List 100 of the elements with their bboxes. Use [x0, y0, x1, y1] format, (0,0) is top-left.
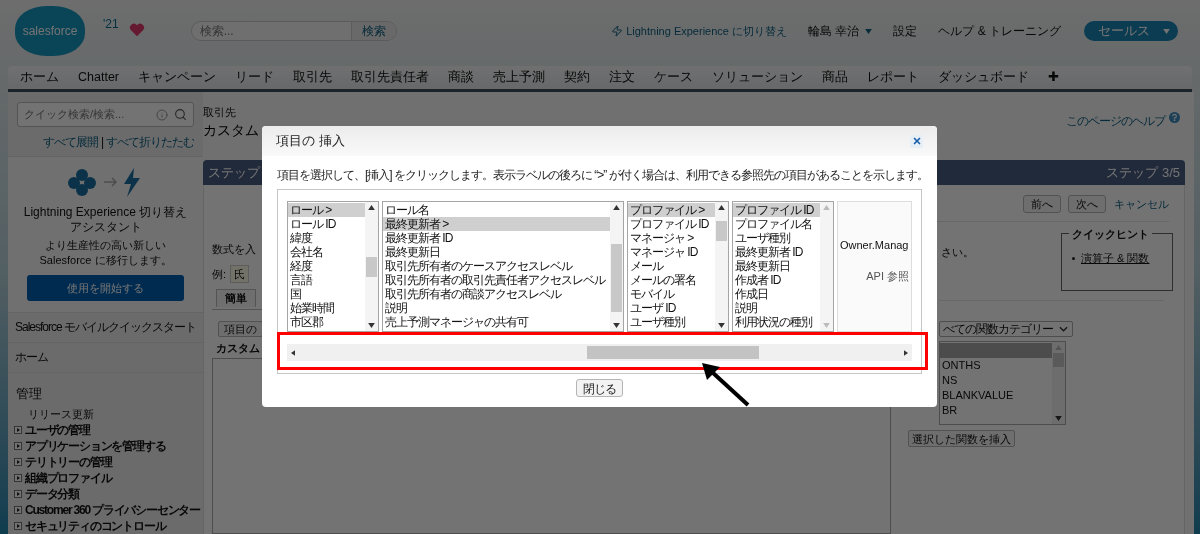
insert-function-button[interactable]: 選択した関数を挿入 [908, 430, 1015, 447]
expand-icon[interactable] [14, 426, 22, 434]
scroll-right-icon[interactable] [904, 349, 908, 356]
list-option[interactable]: 言語 [288, 273, 365, 287]
list-option[interactable]: プロファイル名 [733, 217, 820, 231]
function-category-select[interactable]: べての関数カテゴリー [939, 321, 1073, 337]
list-option[interactable]: 最終更新日 [733, 259, 820, 273]
sidebar-tree-item[interactable]: Customer 360 プライバシーセンター [25, 501, 201, 519]
sidebar-tree-item[interactable]: セキュリティのコントロール [25, 517, 166, 534]
nav-tab[interactable]: キャンペーン [138, 68, 216, 87]
nav-tab[interactable]: 商品 [822, 68, 848, 87]
list-option[interactable]: 経度 [288, 259, 365, 273]
nav-tab[interactable]: ケース [654, 68, 693, 87]
list-option[interactable]: 最終更新者 ID [383, 231, 610, 245]
caret-icon[interactable] [1163, 28, 1170, 34]
info-icon[interactable] [156, 108, 168, 121]
list-option[interactable]: ユーザ種別 [628, 315, 715, 329]
list-option[interactable]: 最終更新者 ID [733, 245, 820, 259]
nav-tab[interactable]: Chatter [78, 68, 119, 87]
app-menu[interactable]: セールス [1084, 21, 1178, 41]
field-listbox[interactable]: ロール名 最終更新者 > 最終更新者 ID 最終更新日 取引先所有者のケースアクセスレベル 取引先所有者の取引先責任者アクセスレベル 取引先所有者の商談アクセスレベル 説明 売上予測マネージャの共有可 [382, 201, 624, 332]
formula-tab[interactable]: 簡単 [216, 289, 256, 307]
scroll-thumb[interactable] [366, 257, 377, 277]
lightning-switch-link[interactable]: Lightning Experience に切り替え [611, 22, 787, 40]
vertical-scrollbar[interactable] [1052, 342, 1065, 424]
expand-icon[interactable] [14, 506, 22, 514]
nav-tab[interactable]: 契約 [564, 68, 590, 87]
nav-tab[interactable]: ✚ [1048, 68, 1059, 87]
list-option[interactable]: ロール ID [288, 217, 365, 231]
list-option[interactable]: ロール名 [383, 203, 610, 217]
scroll-up-icon[interactable] [613, 205, 620, 210]
list-option[interactable]: マネージャ > [628, 231, 715, 245]
list-option[interactable]: 会社名 [288, 245, 365, 259]
expand-icon[interactable] [14, 522, 22, 530]
list-option[interactable]: プロファイル > [628, 203, 715, 217]
list-option[interactable]: 利用状況の種別 [733, 315, 820, 329]
field-listbox[interactable]: ロール > ロール ID 緯度 会社名 経度 言語 国 始業時間 市区郡 [287, 201, 379, 332]
search-field[interactable]: 検索... [191, 22, 351, 40]
search-button[interactable]: 検索 [350, 22, 396, 40]
header-link[interactable]: 設定 [893, 22, 918, 40]
search-bar[interactable]: 検索... 検索 [190, 21, 397, 41]
scroll-down-icon[interactable] [718, 323, 725, 328]
step-button[interactable]: 次へ [1068, 195, 1106, 213]
field-listbox[interactable]: プロファイル > プロファイル ID マネージャ > マネージャ ID メール メールの署名 モバイル ユーザ ID ユーザ種別 [627, 201, 729, 332]
sidebar-tree-item[interactable]: ユーザの管理 [25, 421, 90, 439]
list-option[interactable]: 国 [288, 287, 365, 301]
caret-icon[interactable] [865, 28, 873, 34]
list-option[interactable]: 始業時間 [288, 301, 365, 315]
scroll-thumb[interactable] [716, 221, 727, 241]
nav-tab[interactable]: ソリューション [712, 68, 803, 87]
list-option[interactable]: メールの署名 [628, 273, 715, 287]
nav-tab[interactable]: 売上予測 [493, 68, 545, 87]
user-menu[interactable]: 輪島 幸治 [808, 22, 873, 40]
scroll-up-icon[interactable] [718, 205, 725, 210]
list-option[interactable]: 最終更新者 > [383, 217, 610, 231]
expand-all-link[interactable]: すべて展開 [42, 133, 98, 151]
cancel-link[interactable]: キャンセル [1114, 195, 1169, 213]
nav-tab[interactable]: リード [235, 68, 274, 87]
scroll-thumb[interactable] [1053, 353, 1064, 367]
scroll-up-icon[interactable] [368, 205, 375, 210]
list-option[interactable]: 作成者 ID [733, 273, 820, 287]
list-option[interactable]: 取引先所有者の商談アクセスレベル [383, 287, 610, 301]
list-option[interactable]: 説明 [733, 301, 820, 315]
insert-field-button[interactable]: 項目の [218, 321, 263, 337]
list-option[interactable]: ロール > [288, 203, 365, 217]
scroll-down-icon[interactable] [368, 323, 375, 328]
sidebar-tree-item[interactable]: テリトリーの管理 [25, 453, 112, 471]
list-option[interactable]: 市区郡 [288, 315, 365, 329]
list-option[interactable]: メール [628, 259, 715, 273]
help-link[interactable]: このページのヘルプ [1066, 112, 1165, 130]
search-icon[interactable] [174, 108, 187, 121]
list-option[interactable]: 最終更新日 [383, 245, 610, 259]
logo[interactable]: salesforce [15, 6, 85, 56]
list-option[interactable]: 作成日 [733, 287, 820, 301]
list-option[interactable]: 売上予測マネージャの共有可 [383, 315, 610, 329]
vertical-scrollbar[interactable] [365, 202, 378, 331]
scroll-left-icon[interactable] [291, 349, 295, 356]
nav-tab[interactable]: 取引先 [293, 68, 332, 87]
quick-tips-link[interactable]: 演算子 & 関数 [1081, 250, 1150, 267]
expand-icon[interactable] [14, 442, 22, 450]
expand-icon[interactable] [14, 474, 22, 482]
scroll-thumb[interactable] [587, 346, 759, 359]
expand-icon[interactable] [14, 458, 22, 466]
nav-tab[interactable]: 取引先責任者 [351, 68, 429, 87]
nav-tab[interactable]: レポート [867, 68, 919, 87]
vertical-scrollbar[interactable] [715, 202, 728, 331]
list-option[interactable]: ユーザ種別 [733, 231, 820, 245]
nav-tab[interactable]: 注文 [609, 68, 635, 87]
header-link[interactable]: ヘルプ & トレーニング [938, 22, 1061, 40]
list-option[interactable]: モバイル [628, 287, 715, 301]
sidebar-link[interactable]: リリース更新 [28, 406, 94, 422]
collapse-all-link[interactable]: すべて折りたたむ [106, 133, 194, 151]
expand-icon[interactable] [14, 490, 22, 498]
vertical-scrollbar[interactable] [610, 202, 623, 331]
list-option[interactable]: マネージャ ID [628, 245, 715, 259]
get-started-button[interactable]: 使用を開始する [27, 275, 184, 301]
sidebar-tree-item[interactable]: データ分類 [25, 485, 79, 503]
close-dialog-button[interactable]: 閉じる [576, 379, 623, 397]
nav-tab[interactable]: ダッシュボード [938, 68, 1029, 87]
list-option[interactable]: 取引先所有者の取引先責任者アクセスレベル [383, 273, 610, 287]
